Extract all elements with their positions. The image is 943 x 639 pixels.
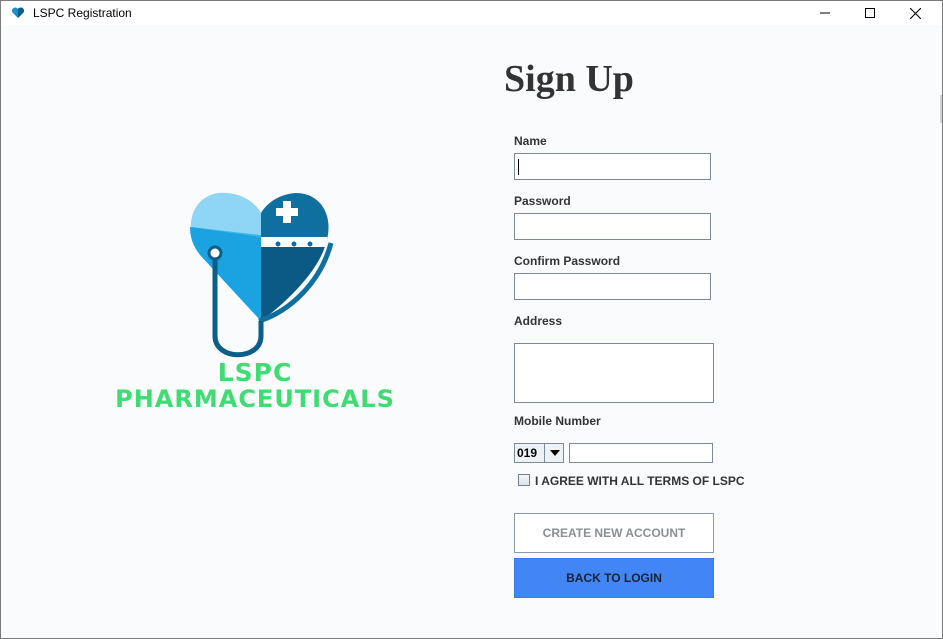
mobile-number-label: Mobile Number	[514, 414, 601, 428]
terms-checkbox[interactable]	[518, 474, 530, 486]
mobile-number-field[interactable]	[569, 443, 713, 463]
password-label: Password	[514, 194, 571, 208]
create-account-button[interactable]: CREATE NEW ACCOUNT	[514, 513, 714, 553]
terms-label[interactable]: I AGREE WITH ALL TERMS OF LSPC	[535, 474, 745, 488]
window-title: LSPC Registration	[33, 6, 132, 20]
brand-name-line1: LSPC	[217, 358, 293, 387]
address-label: Address	[514, 314, 563, 328]
back-to-login-button[interactable]: BACK TO LOGIN	[514, 558, 714, 598]
content-area	[1, 25, 942, 638]
registration-window: LSPC Registration LSPC PHARMACEUTICALS S…	[0, 0, 943, 639]
chevron-down-icon	[549, 450, 560, 456]
minimize-button[interactable]	[802, 1, 848, 25]
brand-name-line2: PHARMACEUTICALS	[115, 385, 395, 413]
text-caret	[518, 159, 519, 175]
close-button[interactable]	[892, 1, 938, 25]
mobile-prefix-value: 019	[517, 446, 538, 460]
divider	[940, 95, 942, 123]
confirm-password-label: Confirm Password	[514, 254, 621, 268]
page-title: Sign Up	[504, 58, 634, 100]
title-bar[interactable]: LSPC Registration	[1, 1, 942, 25]
name-field[interactable]	[514, 153, 711, 180]
close-icon	[909, 7, 921, 19]
mobile-prefix-select[interactable]: 019	[514, 443, 564, 463]
minimize-icon	[820, 12, 830, 14]
confirm-password-field[interactable]	[514, 273, 711, 300]
address-field[interactable]	[514, 343, 714, 403]
heart-logo-icon	[11, 7, 25, 18]
maximize-icon	[865, 8, 875, 18]
password-field[interactable]	[514, 213, 711, 240]
dropdown-arrow-button[interactable]	[544, 444, 564, 462]
lspc-logo-icon	[190, 192, 334, 358]
name-label: Name	[514, 134, 547, 148]
maximize-button[interactable]	[847, 1, 893, 25]
